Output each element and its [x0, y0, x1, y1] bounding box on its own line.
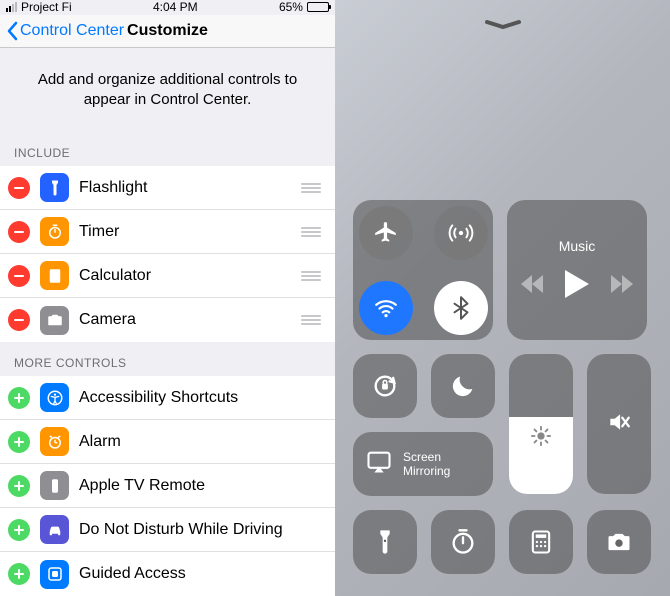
battery-icon	[307, 2, 329, 12]
row-label: Flashlight	[79, 179, 291, 197]
add-button[interactable]	[8, 431, 30, 453]
row-label: Accessibility Shortcuts	[79, 389, 321, 407]
section-header-more: MORE CONTROLS	[0, 342, 335, 376]
airplane-toggle[interactable]	[359, 206, 413, 260]
brightness-slider[interactable]	[509, 354, 573, 494]
timer-tile[interactable]	[431, 510, 495, 574]
next-track-button[interactable]	[611, 275, 633, 298]
section-header-include: INCLUDE	[0, 132, 335, 166]
carrier-label: Project Fi	[21, 0, 72, 14]
row-label: Camera	[79, 311, 291, 329]
list-item: Flashlight	[0, 166, 335, 210]
flashlight-tile[interactable]	[353, 510, 417, 574]
screen-mirroring-tile[interactable]: Screen Mirroring	[353, 432, 493, 496]
more-list: Accessibility Shortcuts Alarm Apple TV Rem…	[0, 376, 335, 596]
status-bar: Project Fi 4:04 PM 65%	[0, 0, 335, 15]
rotation-lock-tile[interactable]	[353, 354, 417, 418]
timer-icon	[40, 217, 69, 246]
battery-pct: 65%	[279, 0, 303, 14]
grabber-icon[interactable]	[483, 18, 523, 30]
calculator-icon	[40, 261, 69, 290]
remove-button[interactable]	[8, 221, 30, 243]
settings-pane: Project Fi 4:04 PM 65% Control Center Cu…	[0, 0, 335, 596]
list-item: Timer	[0, 210, 335, 254]
car-icon	[40, 515, 69, 544]
drag-handle[interactable]	[301, 183, 321, 193]
flashlight-icon	[371, 528, 399, 556]
back-button[interactable]: Control Center	[6, 21, 124, 41]
add-button[interactable]	[8, 475, 30, 497]
remove-button[interactable]	[8, 265, 30, 287]
drag-handle[interactable]	[301, 315, 321, 325]
back-label: Control Center	[20, 22, 124, 40]
row-label: Calculator	[79, 267, 291, 285]
calculator-icon	[527, 528, 555, 556]
include-list: Flashlight Timer Calculator Camera	[0, 166, 335, 342]
row-label: Do Not Disturb While Driving	[79, 521, 321, 539]
wifi-toggle[interactable]	[359, 281, 413, 335]
drag-handle[interactable]	[301, 227, 321, 237]
drag-handle[interactable]	[301, 271, 321, 281]
guided-icon	[40, 560, 69, 589]
list-item: Apple TV Remote	[0, 464, 335, 508]
mute-icon	[606, 409, 632, 440]
list-item: Camera	[0, 298, 335, 342]
row-label: Timer	[79, 223, 291, 241]
screen-mirroring-label: Screen Mirroring	[403, 450, 481, 479]
music-label: Music	[559, 238, 596, 254]
add-button[interactable]	[8, 387, 30, 409]
bluetooth-icon	[448, 295, 474, 321]
control-center-pane: Music	[335, 0, 670, 596]
forward-icon	[611, 275, 633, 293]
cellular-icon	[448, 220, 474, 246]
play-icon	[565, 270, 589, 298]
cellular-toggle[interactable]	[434, 206, 488, 260]
rotation-lock-icon	[371, 372, 399, 400]
wifi-icon	[373, 295, 399, 321]
play-button[interactable]	[565, 270, 589, 303]
connectivity-tile[interactable]	[353, 200, 493, 340]
row-label: Guided Access	[79, 565, 321, 583]
calculator-tile[interactable]	[509, 510, 573, 574]
camera-icon	[40, 306, 69, 335]
list-item: Do Not Disturb While Driving	[0, 508, 335, 552]
dnd-tile[interactable]	[431, 354, 495, 418]
music-tile[interactable]: Music	[507, 200, 647, 340]
alarm-icon	[40, 427, 69, 456]
remote-icon	[40, 471, 69, 500]
remove-button[interactable]	[8, 309, 30, 331]
bluetooth-toggle[interactable]	[434, 281, 488, 335]
camera-icon	[605, 528, 633, 556]
chevron-left-icon	[6, 21, 18, 41]
page-description: Add and organize additional controls to …	[0, 48, 335, 133]
rewind-icon	[521, 275, 543, 293]
prev-track-button[interactable]	[521, 275, 543, 298]
list-item: Guided Access	[0, 552, 335, 596]
add-button[interactable]	[8, 519, 30, 541]
flashlight-icon	[40, 173, 69, 202]
row-label: Apple TV Remote	[79, 477, 321, 495]
add-button[interactable]	[8, 563, 30, 585]
clock: 4:04 PM	[153, 0, 198, 14]
signal-icon	[6, 2, 17, 12]
timer-icon	[449, 528, 477, 556]
list-item: Calculator	[0, 254, 335, 298]
accessibility-icon	[40, 383, 69, 412]
remove-button[interactable]	[8, 177, 30, 199]
moon-icon	[449, 372, 477, 400]
brightness-icon	[530, 425, 552, 447]
list-item: Accessibility Shortcuts	[0, 376, 335, 420]
camera-tile[interactable]	[587, 510, 651, 574]
row-label: Alarm	[79, 433, 321, 451]
nav-bar: Control Center Customize	[0, 15, 335, 48]
list-item: Alarm	[0, 420, 335, 464]
screen-mirroring-icon	[365, 448, 393, 481]
volume-slider[interactable]	[587, 354, 651, 494]
airplane-icon	[373, 220, 399, 246]
nav-title: Customize	[127, 22, 208, 40]
